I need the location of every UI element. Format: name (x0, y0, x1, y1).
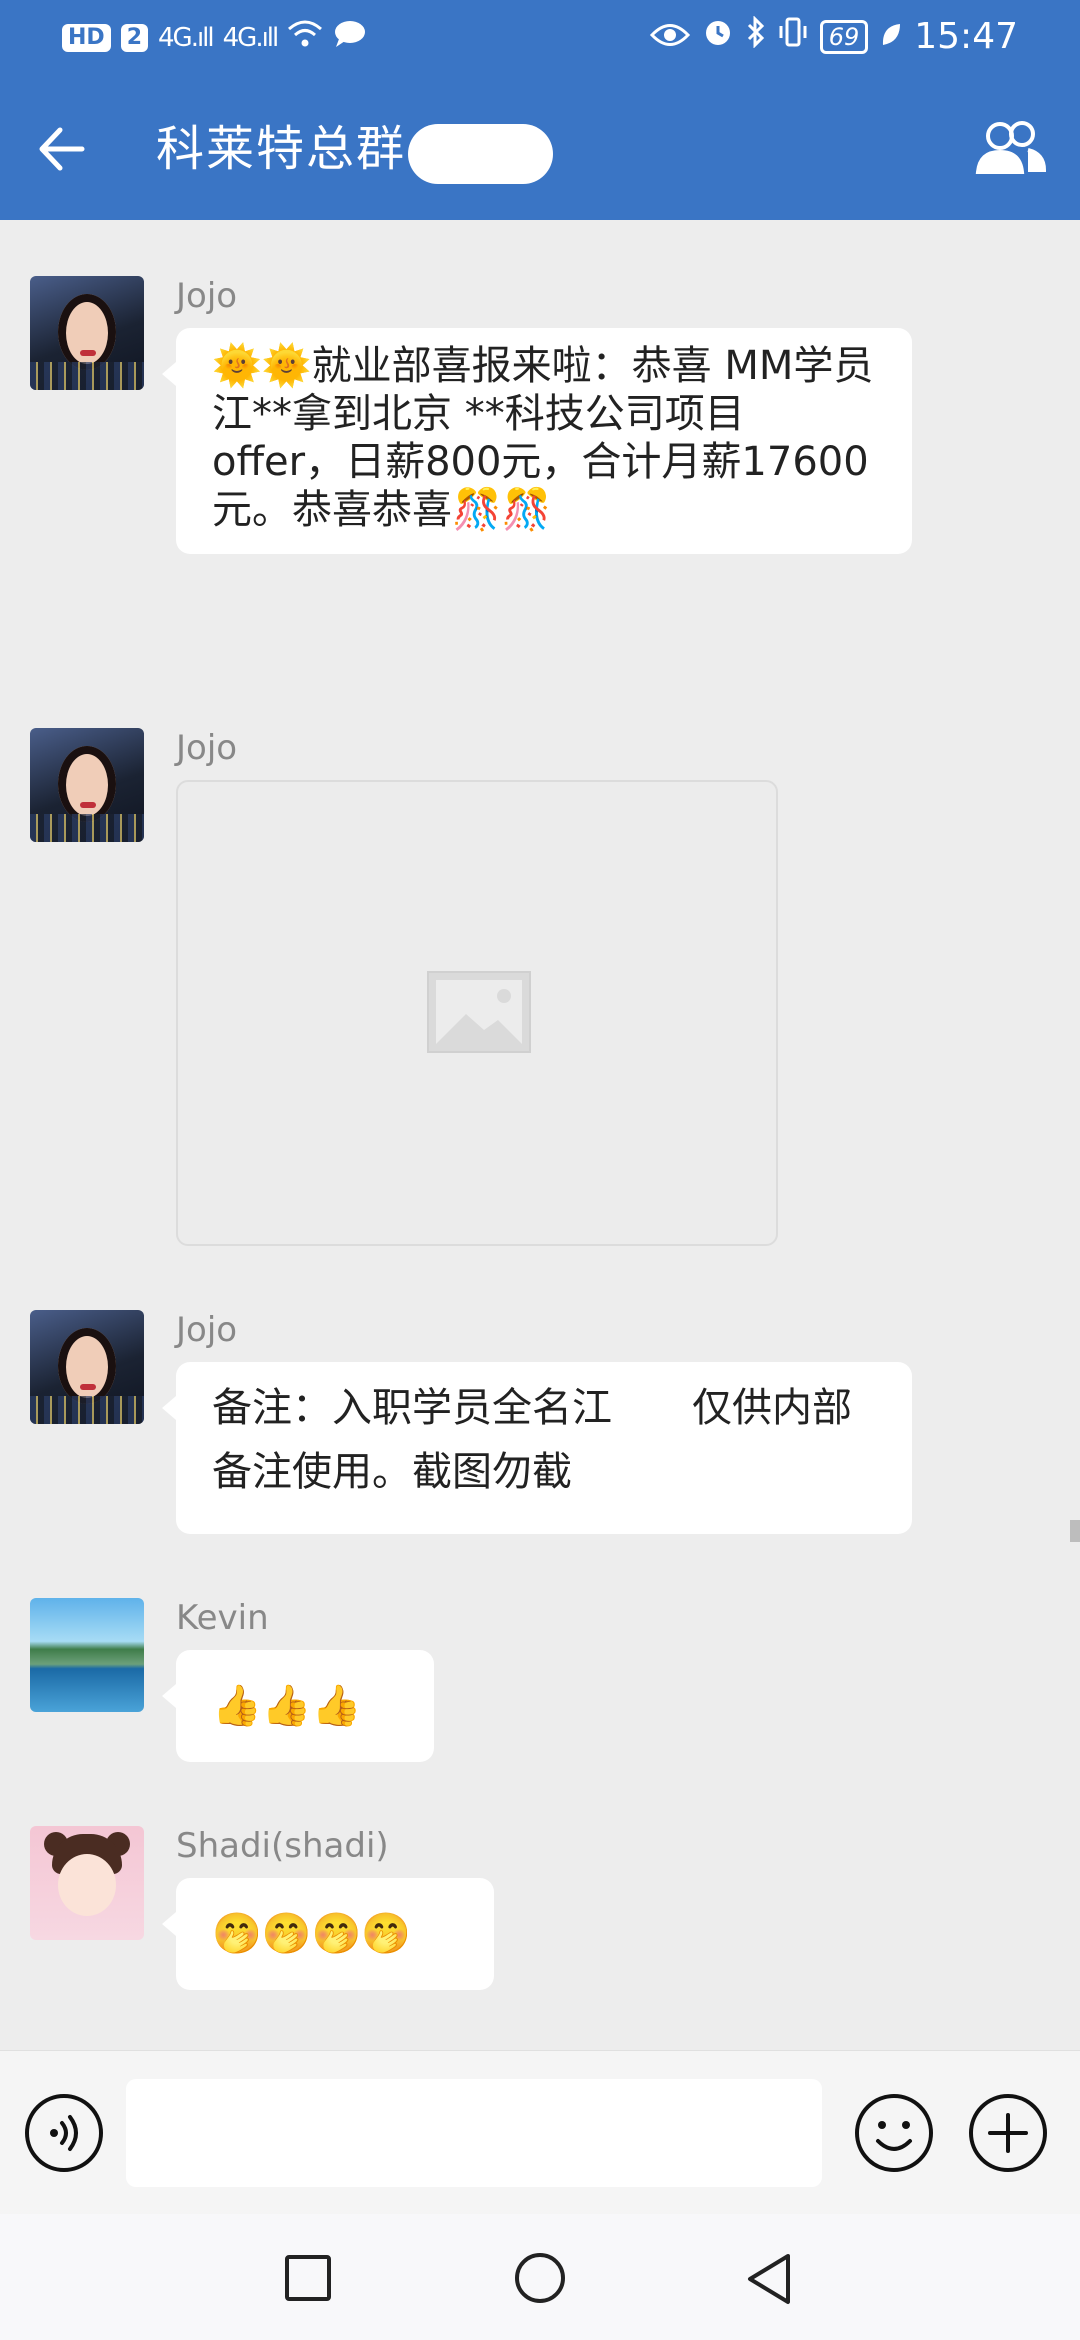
sender-name: Jojo (176, 1310, 238, 1350)
triangle-back-icon (748, 2254, 790, 2304)
image-message[interactable] (176, 780, 778, 1246)
input-bar (0, 2050, 1080, 2215)
chat-title: 科莱特总群 (156, 121, 407, 177)
wifi-icon (287, 18, 323, 58)
avatar[interactable] (30, 276, 144, 390)
chat-header: 科莱特总群 (0, 74, 1080, 220)
message-icon (333, 18, 367, 58)
message-bubble[interactable]: 🌞🌞就业部喜报来啦：恭喜 MM学员江**拿到北京 **科技公司项目offer，日… (162, 328, 912, 554)
arrow-left-icon (39, 127, 85, 171)
square-icon (285, 2255, 331, 2301)
sender-name: Jojo (176, 728, 238, 768)
status-right: 69 15:47 (649, 15, 1018, 57)
avatar[interactable] (30, 728, 144, 842)
system-back-button[interactable] (744, 2252, 794, 2306)
status-bar: HD 2 4G.ıll 4G.ıll 69 15:47 (0, 0, 1080, 74)
plus-icon (969, 2094, 1047, 2172)
signal-indicator-1: 4G.ıll (158, 23, 215, 53)
leaf-icon (880, 17, 902, 57)
avatar[interactable] (30, 1598, 144, 1712)
system-nav-bar (0, 2214, 1080, 2340)
back-button[interactable] (30, 114, 100, 184)
message-bubble[interactable]: 🤭🤭🤭🤭 (162, 1878, 494, 1990)
sender-name: Shadi(shadi) (176, 1826, 389, 1866)
sim-badge: 2 (120, 24, 148, 52)
alarm-icon (702, 16, 734, 57)
group-members-icon (975, 121, 1047, 174)
hd-badge: HD (62, 24, 111, 52)
message-input[interactable] (126, 2079, 822, 2187)
sender-name: Kevin (176, 1598, 269, 1638)
recent-apps-button[interactable] (284, 2254, 332, 2302)
voice-icon (25, 2094, 103, 2172)
signal-indicator-2: 4G.ıll (222, 23, 280, 53)
scrollbar-thumb[interactable] (1070, 1520, 1080, 1542)
emoji-button[interactable] (854, 2093, 934, 2173)
redaction-mark (408, 124, 553, 184)
image-placeholder-icon (427, 971, 531, 1053)
avatar[interactable] (30, 1826, 144, 1940)
clock: 15:47 (914, 16, 1018, 57)
home-button[interactable] (514, 2252, 566, 2304)
bluetooth-icon (746, 15, 766, 57)
group-members-button[interactable] (970, 114, 1050, 184)
message-bubble[interactable]: 👍👍👍 (162, 1650, 434, 1762)
avatar[interactable] (30, 1310, 144, 1424)
status-left: HD 2 4G.ıll 4G.ıll (62, 18, 367, 58)
circle-icon (515, 2253, 565, 2303)
vibrate-icon (778, 16, 808, 57)
more-button[interactable] (968, 2093, 1048, 2173)
message-list[interactable]: Jojo 🌞🌞就业部喜报来啦：恭喜 MM学员江**拿到北京 **科技公司项目of… (0, 220, 1080, 2050)
battery-indicator: 69 (819, 19, 869, 54)
message-bubble[interactable]: 备注：入职学员全名江 仅供内部备注使用。截图勿截 (162, 1362, 912, 1534)
emoji-icon (855, 2094, 933, 2172)
eye-icon (649, 17, 690, 57)
sender-name: Jojo (176, 276, 238, 316)
voice-button[interactable] (24, 2093, 104, 2173)
